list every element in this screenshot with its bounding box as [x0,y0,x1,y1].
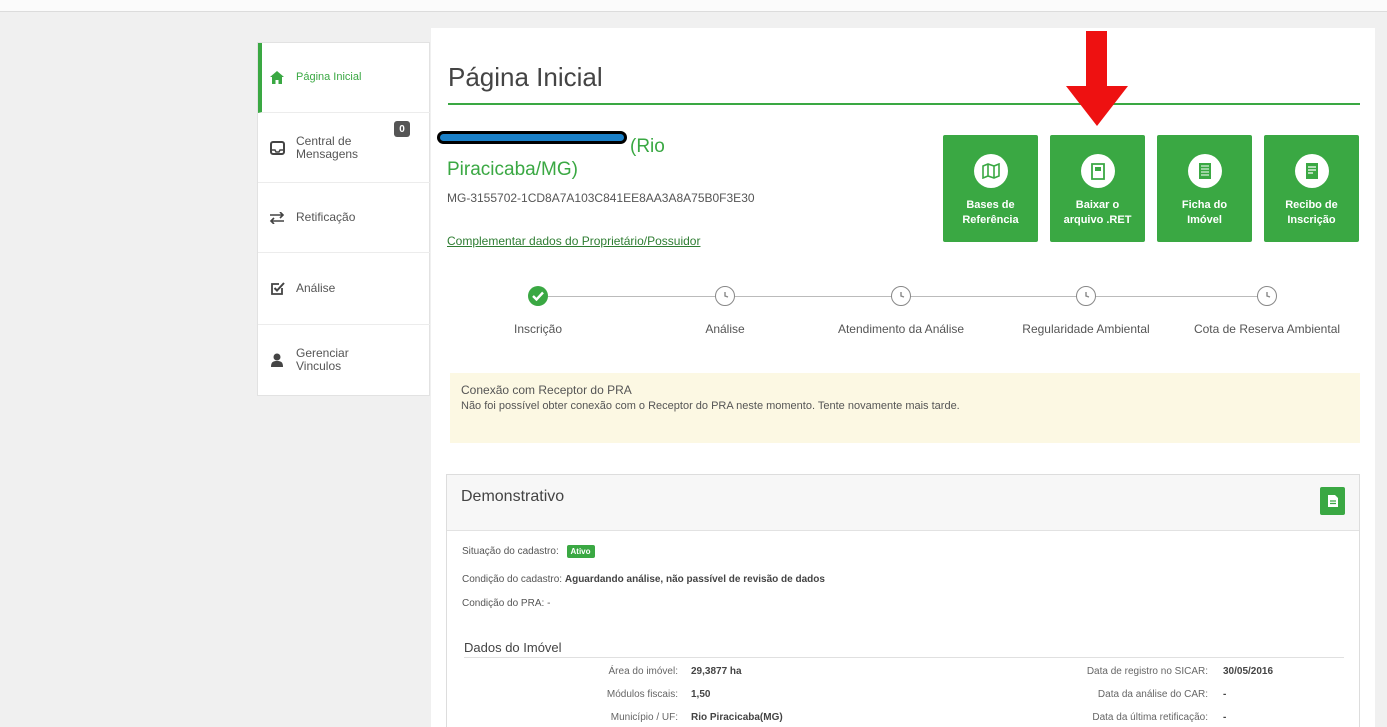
condicao-pra-label: Condição do PRA: [462,598,545,609]
municipio-label: Município / UF: [610,712,678,723]
action-label-line1: Bases de [966,199,1015,211]
main-content: Página Inicial (Rio Piracicaba/MG) MG-31… [431,28,1375,727]
sidebar-label-line2: Mensagens [296,146,359,161]
data-analise-value: - [1223,689,1227,700]
sidebar: Página Inicial Central de Mensagens 0 Re… [257,42,430,396]
situacao-row: Situação do cadastro: Ativo [462,545,595,558]
data-retificacao-label: Data da última retificação: [1092,712,1208,723]
action-label: Baixar o arquivo .RET [1064,198,1132,228]
step-label-regularidade: Regularidade Ambiental [1022,322,1150,336]
step-pending-clock-icon [1257,286,1277,306]
step-label-atendimento: Atendimento da Análise [837,322,965,336]
step-label-analise: Análise [705,322,745,336]
check-square-icon [269,281,285,297]
sidebar-item-analise[interactable]: Análise [258,253,430,325]
data-retificacao-value: - [1223,712,1227,723]
ficha-do-imovel-button[interactable]: Ficha do Imóvel [1157,135,1252,242]
dados-imovel-heading: Dados do Imóvel [464,640,562,655]
sidebar-label-line2: Vinculos [296,359,342,373]
file-download-icon [1080,154,1115,188]
modulos-label: Módulos fiscais: [606,689,678,700]
page-title: Página Inicial [448,62,603,92]
property-location-cont: Piracicaba/MG) [447,159,578,180]
action-label-line1: Ficha do [1181,199,1228,211]
property-location: (Rio [630,136,665,157]
condicao-row: Condição do cadastro: Aguardando análise… [462,574,825,585]
data-analise-label: Data da análise do CAR: [1097,689,1208,700]
step-label-cota-reserva: Cota de Reserva Ambiental [1193,322,1341,336]
action-label-line2: Referência [962,214,1019,226]
condicao-label: Condição do cadastro: [462,574,563,585]
title-divider [448,103,1360,105]
step-done-check-icon [528,286,548,306]
action-label-line1: Baixar o [1075,199,1120,211]
sidebar-item-central-de-mensagens[interactable]: Central de Mensagens 0 [258,113,430,183]
situacao-label: Situação do cadastro: [462,546,559,557]
panel-title: Demonstrativo [461,488,565,505]
panel-header: Demonstrativo [447,475,1359,531]
sidebar-item-label: Página Inicial [296,71,362,83]
action-label-line2: Imóvel [1187,214,1222,226]
sidebar-item-label: Gerenciar Vinculos [296,347,349,373]
top-bar [0,0,1387,12]
condicao-value: Aguardando análise, não passível de revi… [564,574,825,585]
inbox-icon [269,140,285,156]
municipio-value: Rio Piracicaba(MG) [691,712,783,723]
condicao-pra-value: - [547,598,551,609]
action-label: Recibo de Inscrição [1285,198,1338,228]
step-pending-clock-icon [891,286,911,306]
download-pdf-button[interactable] [1320,487,1345,515]
action-label-line2: arquivo .RET [1063,214,1132,226]
sidebar-item-retificacao[interactable]: Retificação [258,183,430,253]
sidebar-item-gerenciar-vinculos[interactable]: Gerenciar Vinculos [258,325,430,395]
red-arrow-annotation-icon [1066,31,1128,126]
area-value: 29,3877 ha [691,666,742,677]
sidebar-item-label: Central de Mensagens [296,133,359,161]
document-icon [1187,154,1222,188]
sidebar-item-label: Análise [296,281,336,295]
sidebar-item-label: Retificação [296,210,356,224]
home-icon [269,70,285,86]
step-label-inscricao: Inscrição [513,322,563,336]
action-label-line2: Inscrição [1287,214,1336,226]
status-badge: Ativo [566,545,595,558]
condicao-pra-row: Condição do PRA: - [462,598,550,609]
demonstrativo-panel: Demonstrativo Situação do cadastro: Ativ… [446,474,1360,727]
alert-title: Conexão com Receptor do PRA [461,383,632,397]
property-registration-code: MG-3155702-1CD8A7A103C841EE8AA3A8A75B0F3… [447,191,755,205]
alert-message: Não foi possível obter conexão com o Rec… [461,400,960,412]
bases-de-referencia-button[interactable]: Bases de Referência [943,135,1038,242]
data-registro-value: 30/05/2016 [1223,666,1274,677]
recibo-de-inscricao-button[interactable]: Recibo de Inscrição [1264,135,1359,242]
map-icon [973,154,1008,188]
data-registro-label: Data de registro no SICAR: [1086,666,1208,677]
step-pending-clock-icon [715,286,735,306]
step-pending-clock-icon [1076,286,1096,306]
action-label-line1: Recibo de [1285,199,1338,211]
pdf-file-icon [1327,495,1338,507]
user-icon [269,352,285,368]
pra-connection-alert: Conexão com Receptor do PRA Não foi poss… [450,373,1360,443]
sidebar-label-line1: Gerenciar [296,346,349,360]
baixar-arquivo-ret-button[interactable]: Baixar o arquivo .RET [1050,135,1145,242]
action-label: Bases de Referência [962,198,1018,228]
modulos-value: 1,50 [691,689,711,700]
section-divider [464,657,1344,658]
redacted-owner-name [437,131,627,144]
complement-owner-data-link[interactable]: Complementar dados do Proprietário/Possu… [447,234,700,248]
action-label: Ficha do Imóvel [1182,198,1227,228]
receipt-icon [1294,154,1329,188]
sidebar-item-pagina-inicial[interactable]: Página Inicial [258,43,430,113]
sidebar-label-line1: Central de [296,133,352,148]
area-label: Área do imóvel: [608,666,678,677]
swap-icon [269,210,285,226]
message-count-badge: 0 [394,121,410,137]
